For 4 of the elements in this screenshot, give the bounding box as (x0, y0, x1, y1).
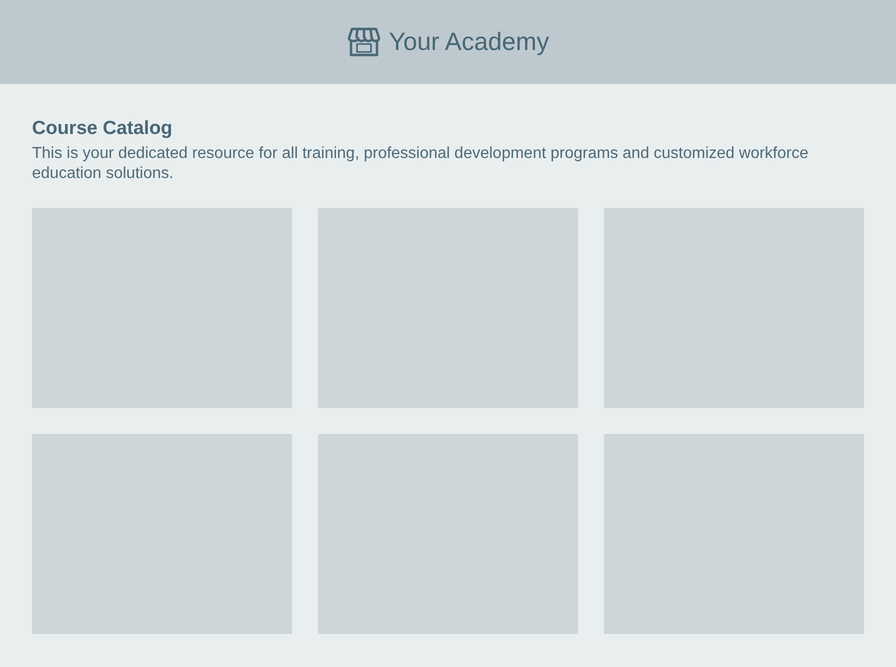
store-icon (346, 25, 381, 59)
section-title: Course Catalog (32, 118, 174, 140)
app-title: Your Academy (388, 28, 550, 56)
section-description: This is your dedicated resource for all training, professional development programs and customized workforce education solutions. (32, 144, 810, 184)
